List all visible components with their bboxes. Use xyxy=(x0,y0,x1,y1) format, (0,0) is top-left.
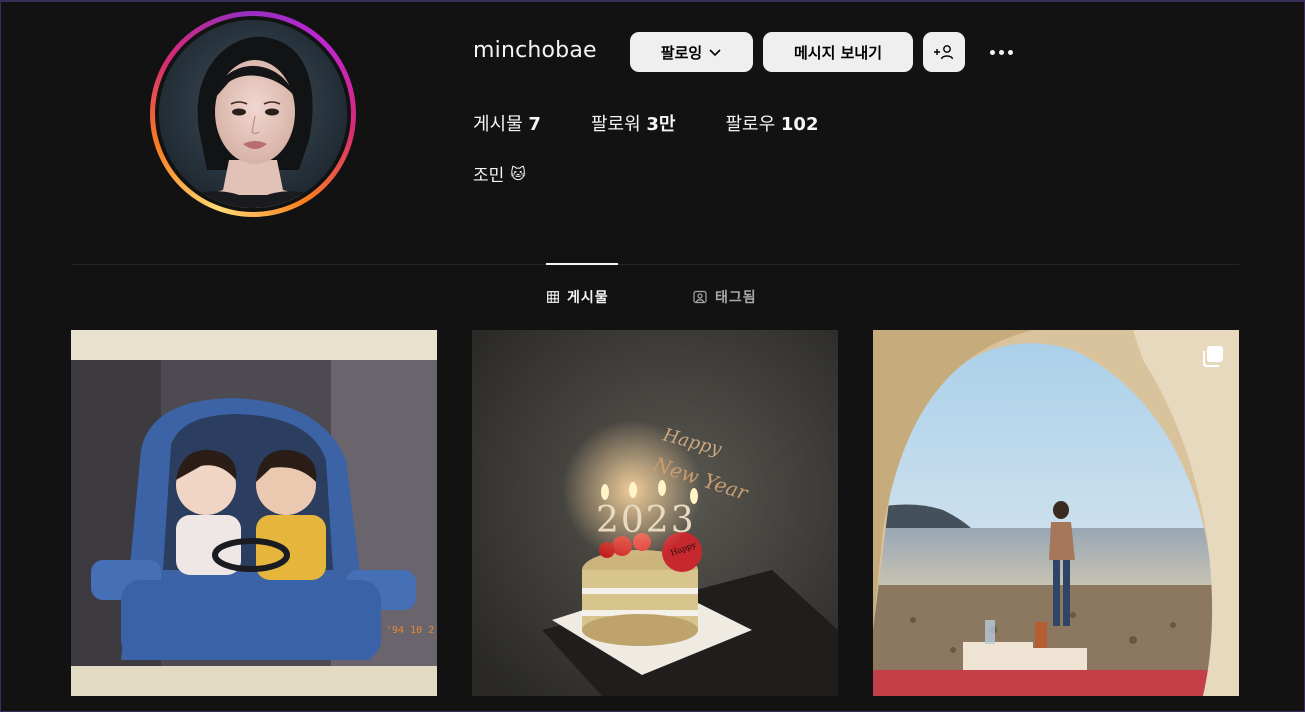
tab-posts-label: 게시물 xyxy=(567,290,609,306)
profile-full-name: 조민 xyxy=(473,166,505,186)
avatar-portrait xyxy=(159,20,347,208)
post-beach-tent[interactable] xyxy=(873,330,1239,696)
svg-text:'94 10 2: '94 10 2 xyxy=(386,625,434,636)
tabs-divider xyxy=(71,264,1239,265)
post-image xyxy=(873,330,1239,696)
tab-posts[interactable]: 게시물 xyxy=(547,287,609,307)
profile-stats: 게시물 7 팔로워 3만 팔로우 102 xyxy=(473,110,868,136)
following-button[interactable]: 팔로잉 xyxy=(630,32,753,72)
profile-bio: 조민 🐱 xyxy=(473,161,526,187)
tab-tagged-label: 태그됨 xyxy=(715,290,757,306)
stat-posts: 게시물 7 xyxy=(473,114,541,135)
stat-following[interactable]: 팔로우 102 xyxy=(725,110,818,136)
profile-avatar-story-ring[interactable] xyxy=(150,11,356,217)
following-button-label: 팔로잉 xyxy=(660,43,703,62)
post-image: '94 10 2 xyxy=(71,330,437,696)
post-childhood-photo[interactable]: '94 10 2 xyxy=(71,330,437,696)
tab-tagged[interactable]: 태그됨 xyxy=(693,287,757,307)
cat-emoji: 🐱 xyxy=(510,164,526,183)
chevron-down-icon xyxy=(709,49,721,57)
send-message-button[interactable]: 메시지 보내기 xyxy=(763,32,913,72)
suggest-people-button[interactable] xyxy=(923,32,965,72)
send-message-button-label: 메시지 보내기 xyxy=(793,43,883,62)
avatar xyxy=(159,20,347,208)
post-image: Happy 2023 Happy New Year xyxy=(472,330,838,696)
profile-username: minchobae xyxy=(473,38,597,63)
grid-icon xyxy=(547,291,559,303)
post-new-year-cake[interactable]: Happy 2023 Happy New Year xyxy=(472,330,838,696)
stat-followers[interactable]: 팔로워 3만 xyxy=(591,110,676,136)
tagged-icon xyxy=(693,290,707,304)
multiple-posts-icon xyxy=(1203,346,1223,367)
add-user-icon xyxy=(934,45,954,60)
more-options-icon[interactable] xyxy=(985,40,1017,64)
cake-topper-year: 2023 xyxy=(596,500,696,541)
active-tab-indicator xyxy=(546,263,618,265)
